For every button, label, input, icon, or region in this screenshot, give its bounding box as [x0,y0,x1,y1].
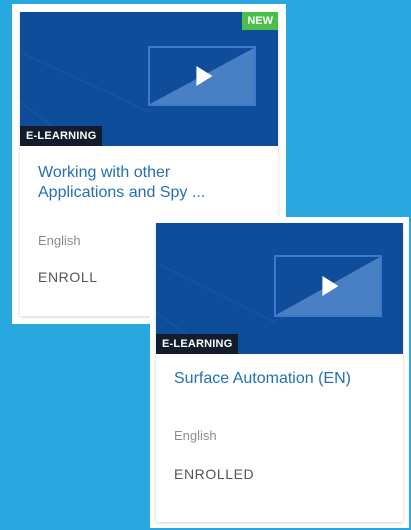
course-card-body: Surface Automation (EN) English ENROLLED [156,354,403,484]
course-language: English [174,428,217,443]
enrolled-status[interactable]: ENROLLED [174,466,254,482]
enroll-button[interactable]: ENROLL [38,269,98,285]
course-type-badge: E-LEARNING [156,334,239,354]
course-card-inner: E-LEARNING Surface Automation (EN) Engli… [156,223,403,522]
video-frame [274,255,382,317]
course-type-badge: E-LEARNING [20,126,103,146]
course-thumbnail[interactable]: NEW E-LEARNING [20,12,278,146]
course-title-link[interactable]: Working with other Applications and Spy … [38,146,260,205]
new-badge: NEW [242,12,278,30]
course-title-line-2: Applications and Spy ... [38,184,206,201]
play-icon [196,66,213,86]
video-frame [148,46,256,106]
course-card-surface-automation[interactable]: E-LEARNING Surface Automation (EN) Engli… [150,217,409,528]
course-thumbnail[interactable]: E-LEARNING [156,223,403,354]
course-title-link[interactable]: Surface Automation (EN) [174,354,385,391]
play-icon [322,276,339,296]
course-title-line-1: Working with other [38,164,171,181]
